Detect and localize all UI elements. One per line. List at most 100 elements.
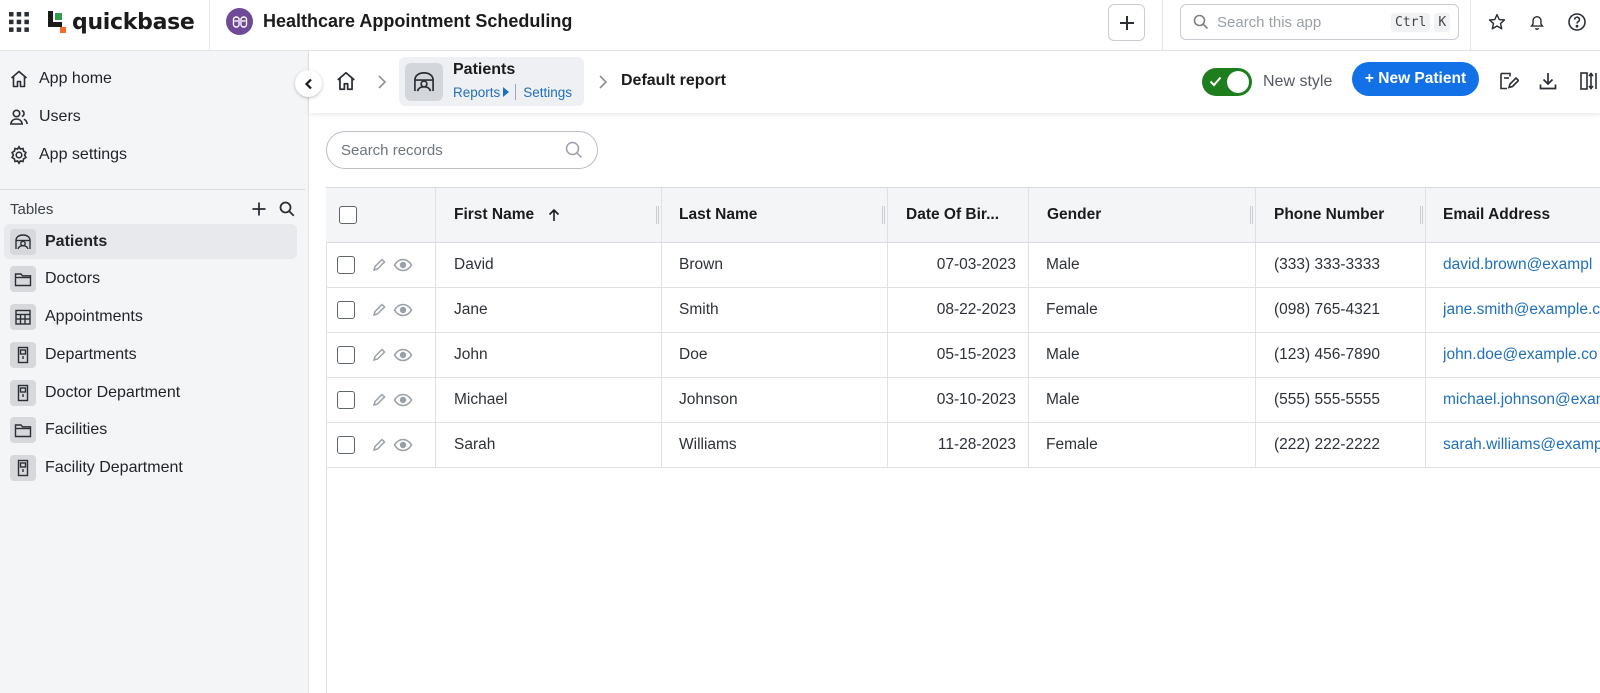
breadcrumb-table-card: Patients Reports Settings <box>399 57 584 106</box>
eye-icon[interactable] <box>393 348 413 362</box>
row-checkbox[interactable] <box>337 256 355 274</box>
sidebar-table-patients[interactable]: Patients <box>4 224 297 259</box>
settings-link[interactable]: Settings <box>523 85 572 100</box>
search-icon[interactable] <box>565 141 583 159</box>
eye-icon[interactable] <box>393 303 413 317</box>
calendar-icon <box>10 303 36 330</box>
column-header-email-address[interactable]: Email Address <box>1443 188 1600 242</box>
sidebar-item-label: Users <box>39 108 81 125</box>
column-header-first-name[interactable]: First Name <box>454 188 644 242</box>
table-row[interactable]: Jane Smith 08-22-2023 Female (098) 765-4… <box>326 288 1600 333</box>
add-button[interactable] <box>1108 4 1145 41</box>
door-icon <box>10 379 36 406</box>
column-divider <box>1028 288 1029 332</box>
table-row[interactable]: Michael Johnson 03-10-2023 Male (555) 55… <box>326 378 1600 423</box>
door-icon <box>10 341 36 368</box>
sidebar-table-label: Doctors <box>45 269 101 287</box>
pencil-icon[interactable] <box>371 302 387 318</box>
row-checkbox[interactable] <box>337 436 355 454</box>
sidebar-item-app-home[interactable]: App home <box>0 63 300 95</box>
sidebar-table-facilities[interactable]: Facilities <box>4 412 297 447</box>
edit-report-icon[interactable] <box>1497 70 1521 94</box>
column-header-phone-number[interactable]: Phone Number <box>1274 188 1424 242</box>
eye-icon[interactable] <box>393 393 413 407</box>
cell-email-address[interactable]: sarah.williams@examp <box>1443 423 1600 467</box>
apps-grid-icon[interactable] <box>9 12 29 32</box>
select-all-checkbox[interactable] <box>339 206 357 224</box>
row-checkbox[interactable] <box>337 346 355 364</box>
column-divider <box>435 188 436 242</box>
table-row[interactable]: John Doe 05-15-2023 Male (123) 456-7890 … <box>326 333 1600 378</box>
new-style-label: New style <box>1263 73 1333 90</box>
cell-phone-number: (098) 765-4321 <box>1274 301 1380 318</box>
column-divider <box>661 188 662 242</box>
column-header-last-name[interactable]: Last Name <box>679 188 869 242</box>
column-divider <box>1255 333 1256 377</box>
collapse-sidebar-button[interactable] <box>295 70 322 97</box>
eye-icon[interactable] <box>393 258 413 272</box>
pencil-icon[interactable] <box>371 347 387 363</box>
cell-email-address[interactable]: michael.johnson@exan <box>1443 378 1600 422</box>
caret-right-icon[interactable] <box>503 87 510 97</box>
breadcrumb-home-icon[interactable] <box>335 70 359 94</box>
record-search-input[interactable] <box>341 141 565 159</box>
column-resize-handle[interactable] <box>882 206 885 224</box>
row-checkbox[interactable] <box>337 301 355 319</box>
sidebar-table-appointments[interactable]: Appointments <box>4 299 297 334</box>
row-checkbox[interactable] <box>337 391 355 409</box>
breadcrumb-table-name[interactable]: Patients <box>453 61 515 79</box>
new-style-toggle[interactable] <box>1202 68 1252 96</box>
sidebar-table-departments[interactable]: Departments <box>4 337 297 372</box>
search-tables-icon[interactable] <box>279 201 295 217</box>
pencil-icon[interactable] <box>371 437 387 453</box>
pencil-icon[interactable] <box>371 392 387 408</box>
door-icon <box>10 454 36 481</box>
column-resize-handle[interactable] <box>1250 206 1253 224</box>
sort-ascending-icon[interactable] <box>548 208 560 222</box>
star-icon[interactable] <box>1486 11 1508 33</box>
sidebar-table-facility-department[interactable]: Facility Department <box>4 450 297 485</box>
table-row[interactable]: David Brown 07-03-2023 Male (333) 333-33… <box>326 243 1600 288</box>
add-table-icon[interactable] <box>251 201 267 217</box>
cell-email-address[interactable]: jane.smith@example.c <box>1443 288 1600 332</box>
column-divider <box>1425 378 1426 422</box>
home-icon <box>9 69 29 89</box>
app-search-input[interactable] <box>1217 13 1387 31</box>
eye-icon[interactable] <box>393 438 413 452</box>
column-resize-handle[interactable] <box>656 206 659 224</box>
gear-icon <box>9 145 29 165</box>
sidebar-item-app-settings[interactable]: App settings <box>0 139 300 171</box>
sidebar-table-doctors[interactable]: Doctors <box>4 261 297 296</box>
column-divider <box>887 423 888 467</box>
help-icon[interactable] <box>1566 11 1588 33</box>
app-search-box[interactable]: Ctrl K <box>1180 4 1459 40</box>
check-icon <box>1209 76 1222 87</box>
sidebar-item-users[interactable]: Users <box>0 101 300 133</box>
column-header-gender[interactable]: Gender <box>1047 188 1237 242</box>
cell-email-address[interactable]: david.brown@exampl <box>1443 243 1600 287</box>
cell-last-name: Williams <box>679 436 737 453</box>
record-search-box[interactable] <box>326 131 598 169</box>
app-title[interactable]: Healthcare Appointment Scheduling <box>263 11 572 32</box>
quickbase-logo[interactable]: quickbase <box>48 8 195 36</box>
column-resize-handle[interactable] <box>1420 206 1423 224</box>
new-patient-button[interactable]: + New Patient <box>1352 62 1479 96</box>
pencil-icon[interactable] <box>371 257 387 273</box>
cell-gender: Female <box>1046 436 1098 453</box>
sidebar-item-label: App home <box>39 70 112 87</box>
reports-link[interactable]: Reports <box>453 85 500 100</box>
cell-email-address[interactable]: john.doe@example.co <box>1443 333 1600 377</box>
row-controls <box>337 423 413 467</box>
cell-date-of-birth: 05-15-2023 <box>936 346 1016 363</box>
column-header-date-of-birth[interactable]: Date Of Bir... <box>906 188 1016 242</box>
cell-first-name: Sarah <box>454 436 496 453</box>
download-icon[interactable] <box>1537 70 1561 94</box>
bell-icon[interactable] <box>1526 11 1548 33</box>
column-divider <box>661 243 662 287</box>
sidebar-table-label: Facilities <box>45 420 108 438</box>
cell-first-name: John <box>454 346 488 363</box>
table-row[interactable]: Sarah Williams 11-28-2023 Female (222) 2… <box>326 423 1600 468</box>
column-divider <box>1255 188 1256 242</box>
sidebar-table-doctor-department[interactable]: Doctor Department <box>4 375 297 410</box>
columns-icon[interactable] <box>1578 70 1600 94</box>
